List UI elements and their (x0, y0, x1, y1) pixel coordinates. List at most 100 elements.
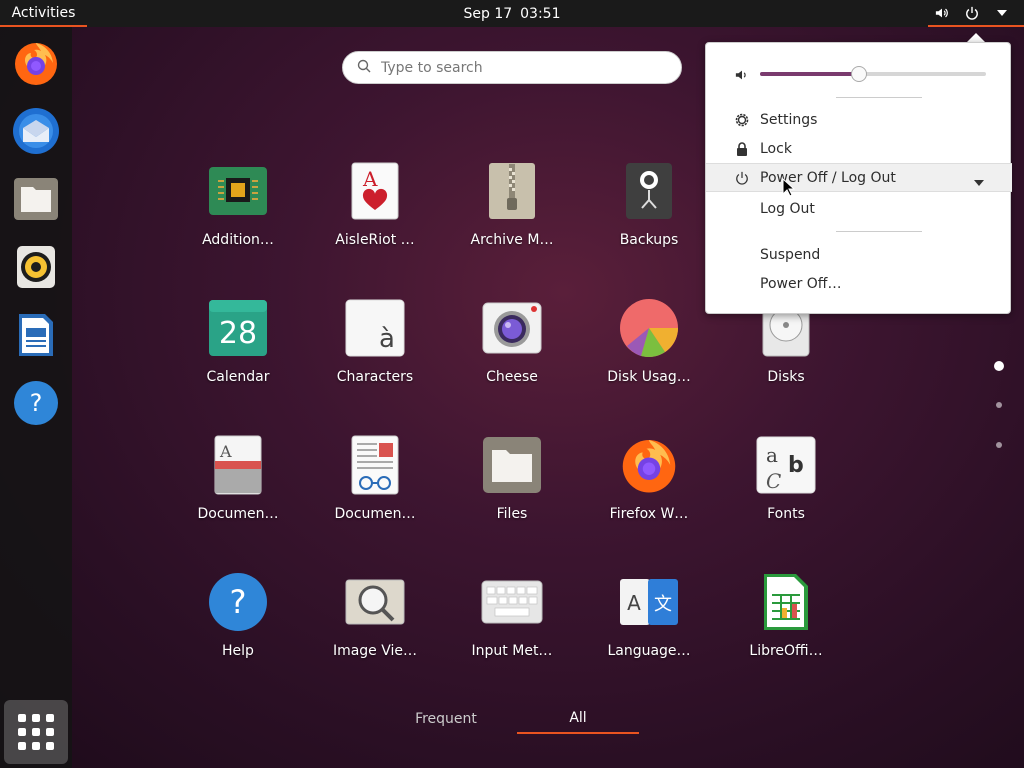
chip-icon (207, 160, 269, 222)
power-icon (734, 170, 750, 186)
show-apps-grid-icon[interactable] (4, 700, 68, 764)
calendar-icon: 28 (207, 297, 269, 359)
svg-text:A: A (362, 167, 378, 191)
app-label: Calendar (206, 369, 270, 385)
libreoffice-writer-icon[interactable] (10, 309, 62, 361)
top-bar: Activities Sep 17 03:51 (0, 0, 1024, 27)
clock-date: Sep 17 (463, 5, 513, 22)
menu-item-settings[interactable]: Settings (706, 105, 1012, 134)
menu-separator (836, 97, 922, 98)
page-indicator-2[interactable] (996, 402, 1002, 408)
volume-slider[interactable] (760, 66, 986, 82)
pie-chart-icon (618, 297, 680, 359)
app-label: Help (222, 643, 254, 659)
svg-text:A: A (219, 442, 232, 461)
app-document-viewer[interactable]: A Documen… (178, 434, 298, 544)
clock-time: 03:51 (520, 5, 561, 22)
menu-item-lock[interactable]: Lock (706, 134, 1012, 163)
files-icon[interactable] (10, 173, 62, 225)
app-label: Addition… (202, 232, 274, 248)
system-menu: Settings Lock Power Off / Log Out Log Ou… (705, 42, 1012, 314)
app-label: Documen… (334, 506, 416, 522)
app-document-scanner[interactable]: Documen… (315, 434, 435, 544)
camera-icon (481, 297, 543, 359)
menu-item-label: Suspend (760, 246, 821, 263)
app-language-support[interactable]: A 文 Language… (589, 571, 709, 681)
app-label: LibreOffi… (749, 643, 823, 659)
menu-item-suspend[interactable]: Suspend (706, 240, 1012, 269)
app-fonts[interactable]: a b C Fonts (726, 434, 846, 544)
app-label: Files (496, 506, 528, 522)
app-label: Fonts (767, 506, 805, 522)
app-label: Language… (607, 643, 691, 659)
activities-button[interactable]: Activities (0, 0, 87, 27)
thunderbird-icon[interactable] (10, 105, 62, 157)
app-input-method[interactable]: Input Met… (452, 571, 572, 681)
search-box[interactable] (342, 51, 682, 84)
app-libreoffice-calc[interactable]: LibreOffi… (726, 571, 846, 681)
help-icon[interactable]: ? (10, 377, 62, 429)
menu-item-power-off[interactable]: Power Off… (706, 269, 1012, 298)
rhythmbox-icon[interactable] (10, 241, 62, 293)
characters-icon: à (344, 297, 406, 359)
app-calendar[interactable]: 28 Calendar (178, 297, 298, 407)
playing-card-icon: A (344, 160, 406, 222)
volume-icon (734, 67, 750, 83)
app-label: AisleRiot … (335, 232, 415, 248)
app-aisleriot[interactable]: A AisleRiot … (315, 160, 435, 270)
chevron-down-icon[interactable] (994, 5, 1010, 21)
app-image-viewer[interactable]: Image Vie… (315, 571, 435, 681)
safe-icon (618, 160, 680, 222)
app-label: Firefox W… (609, 506, 689, 522)
menu-item-label: Settings (760, 111, 818, 128)
svg-text:28: 28 (219, 316, 257, 351)
app-files[interactable]: Files (452, 434, 572, 544)
menu-item-label: Power Off / Log Out (760, 169, 896, 186)
power-icon[interactable] (964, 5, 980, 21)
app-help[interactable]: ? Help (178, 571, 298, 681)
folder-icon (481, 434, 543, 496)
svg-text:C: C (766, 469, 781, 493)
gear-icon (734, 112, 750, 128)
menu-item-power-off-log-out[interactable]: Power Off / Log Out (706, 163, 1012, 192)
app-label: Characters (336, 369, 414, 385)
app-label: Backups (619, 232, 679, 248)
app-characters[interactable]: à Characters (315, 297, 435, 407)
app-backups[interactable]: Backups (589, 160, 709, 270)
app-label: Image Vie… (332, 643, 418, 659)
document-scanner-icon (344, 434, 406, 496)
spreadsheet-icon (755, 571, 817, 633)
system-tray[interactable] (928, 0, 1024, 27)
app-label: Documen… (197, 506, 279, 522)
svg-text:A: A (627, 591, 641, 615)
volume-icon[interactable] (934, 5, 950, 21)
archive-zip-icon (481, 160, 543, 222)
svg-text:?: ? (230, 583, 247, 621)
svg-text:à: à (379, 324, 395, 354)
app-disk-usage[interactable]: Disk Usag… (589, 297, 709, 407)
svg-text:a: a (766, 443, 778, 467)
firefox-icon (618, 434, 680, 496)
app-label: Disks (767, 369, 805, 385)
app-archive-manager[interactable]: Archive M… (452, 160, 572, 270)
app-additional-drivers[interactable]: Addition… (178, 160, 298, 270)
app-label: Disk Usag… (607, 369, 691, 385)
menu-separator (836, 231, 922, 232)
page-indicator-1[interactable] (994, 361, 1004, 371)
volume-row (706, 60, 1012, 89)
app-label: Archive M… (470, 232, 554, 248)
menu-item-label: Lock (760, 140, 792, 157)
menu-item-label: Log Out (760, 200, 815, 217)
search-input[interactable] (381, 59, 661, 76)
volume-slider-handle[interactable] (851, 66, 868, 82)
svg-text:b: b (788, 453, 804, 478)
tab-all[interactable]: All (517, 704, 639, 734)
tab-frequent[interactable]: Frequent (385, 704, 507, 734)
keyboard-icon (481, 571, 543, 633)
menu-item-log-out[interactable]: Log Out (706, 194, 1012, 223)
firefox-icon[interactable] (10, 37, 62, 89)
app-firefox[interactable]: Firefox W… (589, 434, 709, 544)
app-cheese[interactable]: Cheese (452, 297, 572, 407)
clock[interactable]: Sep 17 03:51 (0, 0, 1024, 27)
page-indicator-3[interactable] (996, 442, 1002, 448)
